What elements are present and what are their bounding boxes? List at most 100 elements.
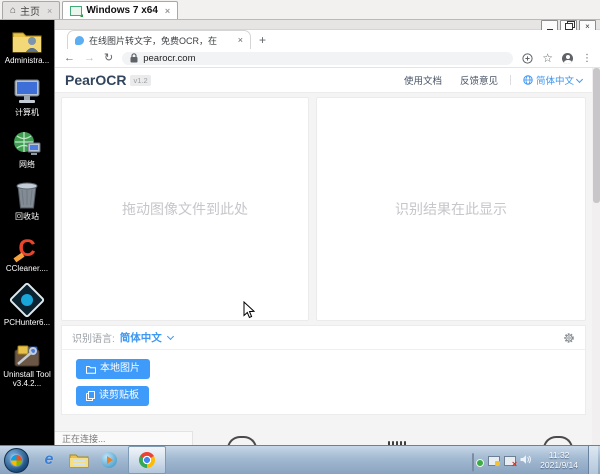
taskbar-chrome-button-active[interactable]: [128, 446, 166, 474]
action-buttons: 本地图片 读剪贴板: [62, 350, 585, 415]
browser-status-bubble: 正在连接...: [55, 431, 193, 446]
taskbar-clock[interactable]: 11:32 2021/9/14: [540, 450, 578, 470]
close-icon[interactable]: ×: [47, 6, 52, 16]
taskbar-explorer-button[interactable]: [64, 447, 94, 473]
clock-time: 11:32: [548, 450, 570, 460]
desktop-icon-label: Administra...: [4, 56, 50, 65]
site-header: PearOCR v1.2 使用文档 反馈意见 简体中文: [55, 68, 592, 93]
ocr-language-label: 识别语言:: [72, 334, 115, 345]
result-panel: 识别结果在此显示: [316, 97, 586, 321]
file-explorer-icon: [69, 454, 89, 468]
header-divider: [509, 75, 511, 85]
pchunter-icon: [8, 281, 46, 319]
clipboard-icon: [86, 391, 95, 401]
desktop-icon-ccleaner[interactable]: C CCleaner....: [0, 232, 54, 274]
version-badge: v1.2: [130, 74, 151, 86]
ui-language-label: 简体中文: [535, 76, 574, 87]
volume-icon[interactable]: [520, 454, 532, 466]
desktop-icon-label: 计算机: [15, 108, 39, 117]
ocr-language-value[interactable]: 简体中文: [120, 330, 162, 345]
desktop-icon-label: CCleaner....: [5, 264, 49, 273]
desktop-icon-label: 回收站: [15, 212, 39, 221]
uninstall-tool-icon: [12, 338, 42, 368]
network-icon: [12, 128, 42, 158]
network-disconnected-icon[interactable]: [504, 454, 517, 469]
result-panel-hint: 识别结果在此显示: [395, 201, 507, 217]
send-to-devices-icon[interactable]: [522, 52, 533, 64]
new-tab-button[interactable]: +: [259, 33, 266, 47]
browser-menu-icon[interactable]: ⋮: [582, 53, 592, 64]
chrome-window: × 在线图片转文字，免费OCR，在 × + ← → ↻ pearocr.com: [54, 19, 600, 446]
desktop-icon-computer[interactable]: 计算机: [0, 76, 54, 117]
system-tray: 11:32 2021/9/14: [472, 446, 600, 474]
chevron-down-icon: [166, 332, 174, 341]
nav-docs-link[interactable]: 使用文档: [404, 73, 442, 87]
folder-icon: [86, 365, 96, 374]
update-warning-icon[interactable]: [488, 454, 501, 466]
console-tab-home[interactable]: ⌂ 主页 ×: [2, 1, 61, 19]
desktop-icon-label: PCHunter6...: [3, 318, 51, 327]
lock-icon: [130, 53, 138, 63]
desktop-icon-pchunter[interactable]: PCHunter6...: [0, 281, 54, 327]
bookmark-star-icon[interactable]: ☆: [542, 52, 553, 64]
address-url: pearocr.com: [143, 52, 196, 64]
desktop-icon-recycle-bin[interactable]: 回收站: [0, 180, 54, 221]
toolbar-right-icons: ☆ ⋮: [522, 52, 592, 64]
windows-logo-icon: [11, 454, 22, 466]
computer-icon: [12, 76, 42, 106]
taskbar-media-player-button[interactable]: [94, 447, 124, 473]
console-tab-bar: ⌂ 主页 × Windows 7 x64 ×: [0, 0, 600, 20]
ccleaner-icon: C: [18, 235, 36, 262]
user-folder-icon: [12, 24, 42, 54]
windows-taskbar: e 11:32 2021/9/14: [0, 445, 600, 474]
read-clipboard-label: 读剪贴板: [99, 390, 139, 401]
action-center-icon[interactable]: [472, 453, 484, 472]
scrollbar-thumb[interactable]: [593, 68, 600, 203]
desktop-icon-label: Uninstall Tool v3.4.2...: [3, 370, 51, 388]
address-bar[interactable]: pearocr.com: [122, 51, 514, 65]
browser-tab[interactable]: 在线图片转文字，免费OCR，在 ×: [67, 30, 251, 49]
site-brand[interactable]: PearOCR: [65, 72, 126, 88]
ocr-language-row: 识别语言: 简体中文: [62, 326, 585, 350]
home-icon: ⌂: [10, 5, 17, 16]
reload-button[interactable]: ↻: [104, 52, 113, 64]
console-tab-home-label: 主页: [20, 7, 41, 18]
globe-icon: [523, 75, 533, 85]
ui-language-selector[interactable]: 简体中文: [523, 73, 584, 87]
start-button[interactable]: [4, 447, 29, 473]
image-drop-zone[interactable]: 拖动图像文件到此处: [61, 97, 309, 321]
console-tab-vm[interactable]: Windows 7 x64 ×: [62, 1, 179, 19]
desktop-icon-administrator[interactable]: Administra...: [0, 24, 54, 65]
forward-button[interactable]: →: [84, 52, 95, 64]
mouse-cursor: [243, 301, 255, 319]
local-image-button[interactable]: 本地图片: [76, 359, 150, 379]
ocr-panels: 拖动图像文件到此处 识别结果在此显示: [61, 97, 586, 321]
vm-screen: ⌂ 主页 × Windows 7 x64 × Administra... 计算机…: [0, 0, 600, 474]
back-button[interactable]: ←: [64, 52, 75, 64]
close-icon[interactable]: ×: [165, 6, 170, 16]
desktop-icon-network[interactable]: 网络: [0, 128, 54, 169]
console-tab-vm-label: Windows 7 x64: [86, 5, 158, 16]
desktop-icon-uninstall-tool[interactable]: Uninstall Tool v3.4.2...: [0, 338, 54, 388]
show-desktop-button[interactable]: [588, 446, 598, 474]
local-image-label: 本地图片: [100, 363, 140, 374]
controls-card: 识别语言: 简体中文 本地图片 读剪贴板: [61, 325, 586, 415]
desktop-icon-column: Administra... 计算机 网络 回收站 C CCleaner.... …: [0, 24, 54, 388]
settings-gear-icon[interactable]: [563, 332, 575, 344]
profile-avatar-icon[interactable]: [562, 52, 573, 64]
media-player-icon: [101, 452, 117, 468]
read-clipboard-button[interactable]: 读剪贴板: [76, 386, 149, 406]
page-scrollbar[interactable]: [592, 68, 600, 446]
tab-close-icon[interactable]: ×: [238, 35, 243, 45]
taskbar-ie-button[interactable]: e: [34, 447, 64, 473]
browser-toolbar: ← → ↻ pearocr.com ☆ ⋮: [55, 49, 600, 68]
clock-date: 2021/9/14: [540, 460, 578, 470]
recycle-bin-icon: [14, 180, 40, 210]
nav-feedback-link[interactable]: 反馈意见: [460, 73, 498, 87]
chrome-icon: [139, 452, 155, 468]
window-titlebar[interactable]: ×: [55, 19, 600, 33]
pearocr-page: PearOCR v1.2 使用文档 反馈意见 简体中文 拖动图像文件到此处 识别…: [55, 68, 600, 446]
pearocr-favicon: [75, 35, 84, 45]
vm-monitor-icon: [70, 5, 84, 17]
browser-tab-title: 在线图片转文字，免费OCR，在: [89, 35, 218, 46]
